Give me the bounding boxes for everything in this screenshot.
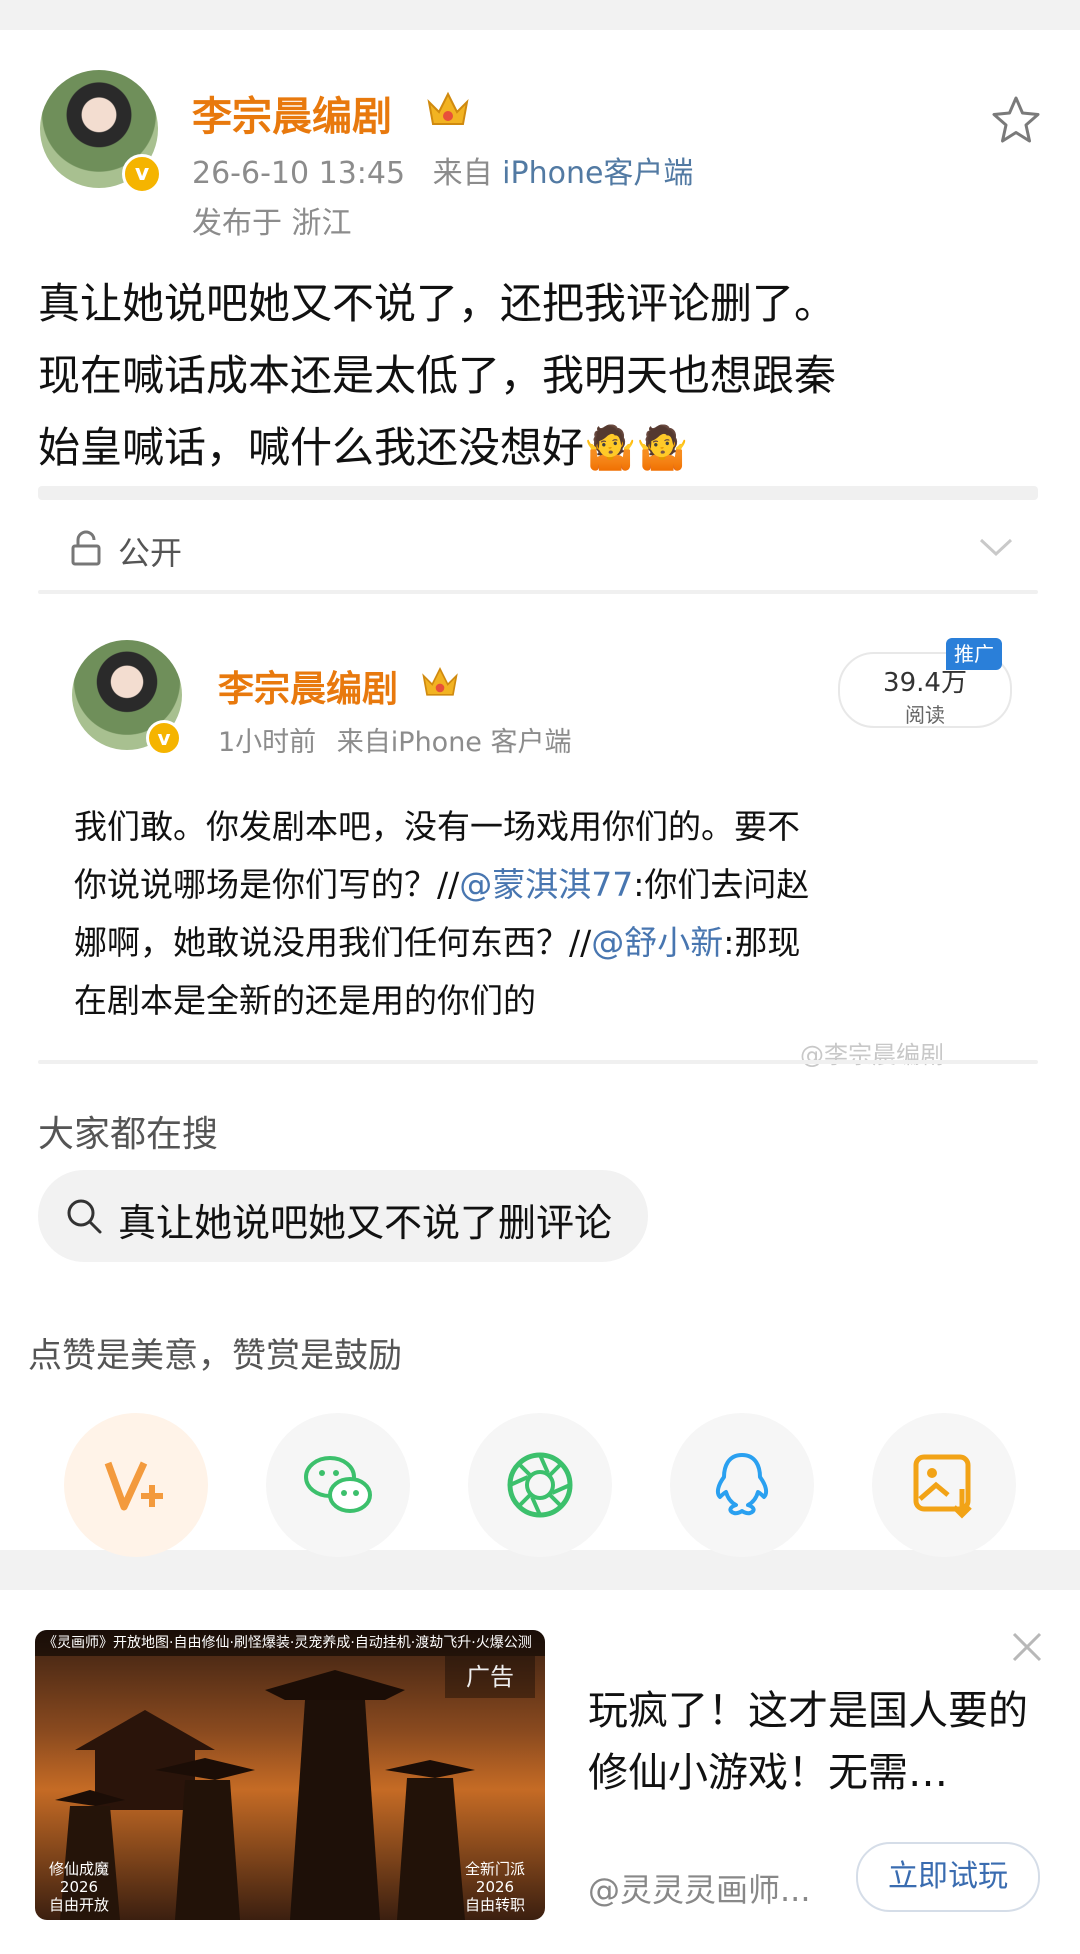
author-name[interactable]: 李宗晨编剧 [192,84,392,142]
post-location: 发布于 浙江 [192,206,352,241]
search-suggestion-chip[interactable]: 真让她说吧她又不说了删评论 [38,1170,648,1262]
post-time: 26-6-10 13:45 [192,156,406,191]
search-suggestion-text: 真让她说吧她又不说了删评论 [118,1201,613,1245]
share-wechat-button[interactable] [266,1413,410,1557]
repost-line-2-text: 你说说哪场是你们写的？// [74,865,460,904]
repost-source: 来自iPhone 客户端 [336,727,572,758]
post-meta-line: 26-6-10 13:45 来自 iPhone客户端 [192,148,693,192]
ad-card[interactable]: 《灵画师》开放地图·自由修仙·刷怪爆装·灵宠养成·自动挂机·渡劫飞升·火爆公测 … [0,1590,1080,1954]
reward-v-plus-icon [104,1461,163,1511]
repost-line-3: 娜啊，她敢说没用我们任何东西？//@舒小新:那现 [74,916,800,964]
post-source-prefix: 来自 [432,156,493,191]
qq-icon [715,1453,769,1516]
chevron-down-icon[interactable] [978,536,1014,558]
divider [38,590,1038,594]
ad-image[interactable]: 《灵画师》开放地图·自由修仙·刷怪爆装·灵宠养成·自动挂机·渡劫飞升·火爆公测 … [35,1630,545,1920]
ad-banner-text: 《灵画师》开放地图·自由修仙·刷怪爆装·灵宠养成·自动挂机·渡劫飞升·火爆公测 [35,1630,545,1656]
watermark: @李宗晨编剧 [800,1041,944,1069]
ad-corner-left: 修仙成魔 2026 自由开放 [49,1860,110,1914]
verified-badge-icon: v [146,720,182,756]
ad-title[interactable]: 玩疯了！这才是国人要的修仙小游戏！无需… [588,1680,1048,1804]
mention-link[interactable]: @舒小新 [591,923,723,962]
try-now-button[interactable]: 立即试玩 [856,1842,1040,1912]
embedded-post[interactable]: v 李宗晨编剧 1小时前 来自iPhone 客户端 39.4万 阅读 推广 我们… [38,610,1038,1055]
repost-time: 1小时前 [218,727,317,758]
wechat-icon [304,1456,372,1513]
save-image-icon [913,1454,972,1519]
ad-source: @灵灵灵画师... [588,1871,811,1909]
repost-meta-line: 1小时前 来自iPhone 客户端 [218,720,572,759]
repost-line-2: 你说说哪场是你们写的？//@蒙淇淇77:你们去问赵 [74,858,809,906]
post-text-line-3: 始皇喊话，喊什么我还没想好🤷🤷 [38,423,689,472]
trending-search-title: 大家都在搜 [38,1114,219,1155]
repost-line-2-tail: :你们去问赵 [633,865,810,904]
reward-button[interactable] [64,1413,208,1557]
ad-corner-right: 全新门派 2026 自由转职 [465,1860,526,1914]
mention-link[interactable]: @蒙淇淇77 [459,865,633,904]
post-text-line-1: 真让她说吧她又不说了，还把我评论删了。 [38,279,837,328]
divider [38,1060,1038,1064]
post-source[interactable]: iPhone客户端 [502,156,693,191]
post-text-line-2: 现在喊话成本还是太低了，我明天也想跟秦 [38,351,837,400]
lock-icon [71,530,101,566]
favorite-star-icon[interactable] [990,94,1042,146]
crown-icon [422,666,458,696]
read-count-label: 阅读 [905,703,945,727]
share-moments-button[interactable] [468,1413,612,1557]
visibility-row[interactable]: 公开 [38,518,1038,588]
repost-line-3-tail: :那现 [723,923,801,962]
search-icon [67,1199,102,1234]
verified-badge-icon: v [122,154,162,194]
promo-badge: 推广 [946,638,1002,670]
share-qq-button[interactable] [670,1413,814,1557]
moments-icon [507,1452,573,1518]
repost-line-1: 我们敢。你发剧本吧，没有一场戏用你们的。要不 [74,807,800,846]
ad-label: 广告 [445,1656,535,1698]
close-icon[interactable] [1010,1630,1044,1664]
repost-author-name: 李宗晨编剧 [218,669,399,710]
repost-line-4: 在剧本是全新的还是用的你们的 [74,981,536,1020]
visibility-label: 公开 [118,534,183,572]
reward-prompt: 点赞是美意，赞赏是鼓励 [28,1336,402,1376]
repost-line-3-text: 娜啊，她敢说没用我们任何东西？// [74,923,592,962]
divider [38,486,1038,500]
save-image-button[interactable] [872,1413,1016,1557]
crown-icon [427,91,469,125]
post-card: v 李宗晨编剧 26-6-10 13:45 来自 iPhone客户端 发布于 浙… [0,30,1080,1557]
